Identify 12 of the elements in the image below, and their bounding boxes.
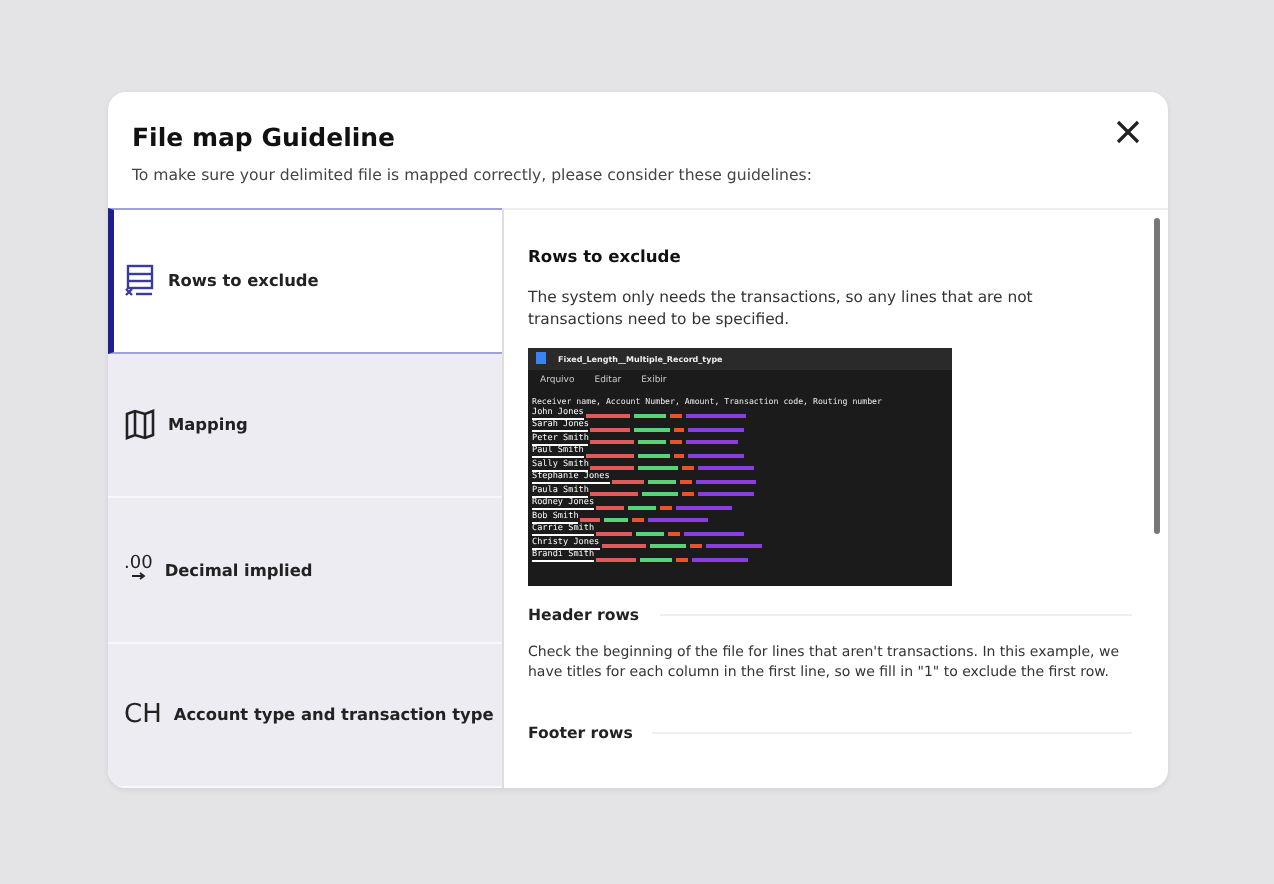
section-heading: Rows to exclude <box>528 246 683 266</box>
scrollbar[interactable] <box>1154 218 1160 534</box>
table-rows-icon <box>124 264 156 297</box>
file-icon <box>536 352 546 365</box>
letters-icon: CH <box>124 701 162 728</box>
sidebar-tab[interactable]: Mapping <box>108 353 502 498</box>
dialog-title: File map Guideline <box>132 122 396 152</box>
sidebar-tab[interactable]: .00 Decimal implied <box>108 498 502 643</box>
close-icon[interactable] <box>1112 116 1144 148</box>
sidebar-tab[interactable]: Rows to exclude <box>108 208 502 353</box>
map-icon <box>124 408 156 441</box>
sidebar-tab[interactable]: CH Account type and transaction type <box>108 643 502 788</box>
